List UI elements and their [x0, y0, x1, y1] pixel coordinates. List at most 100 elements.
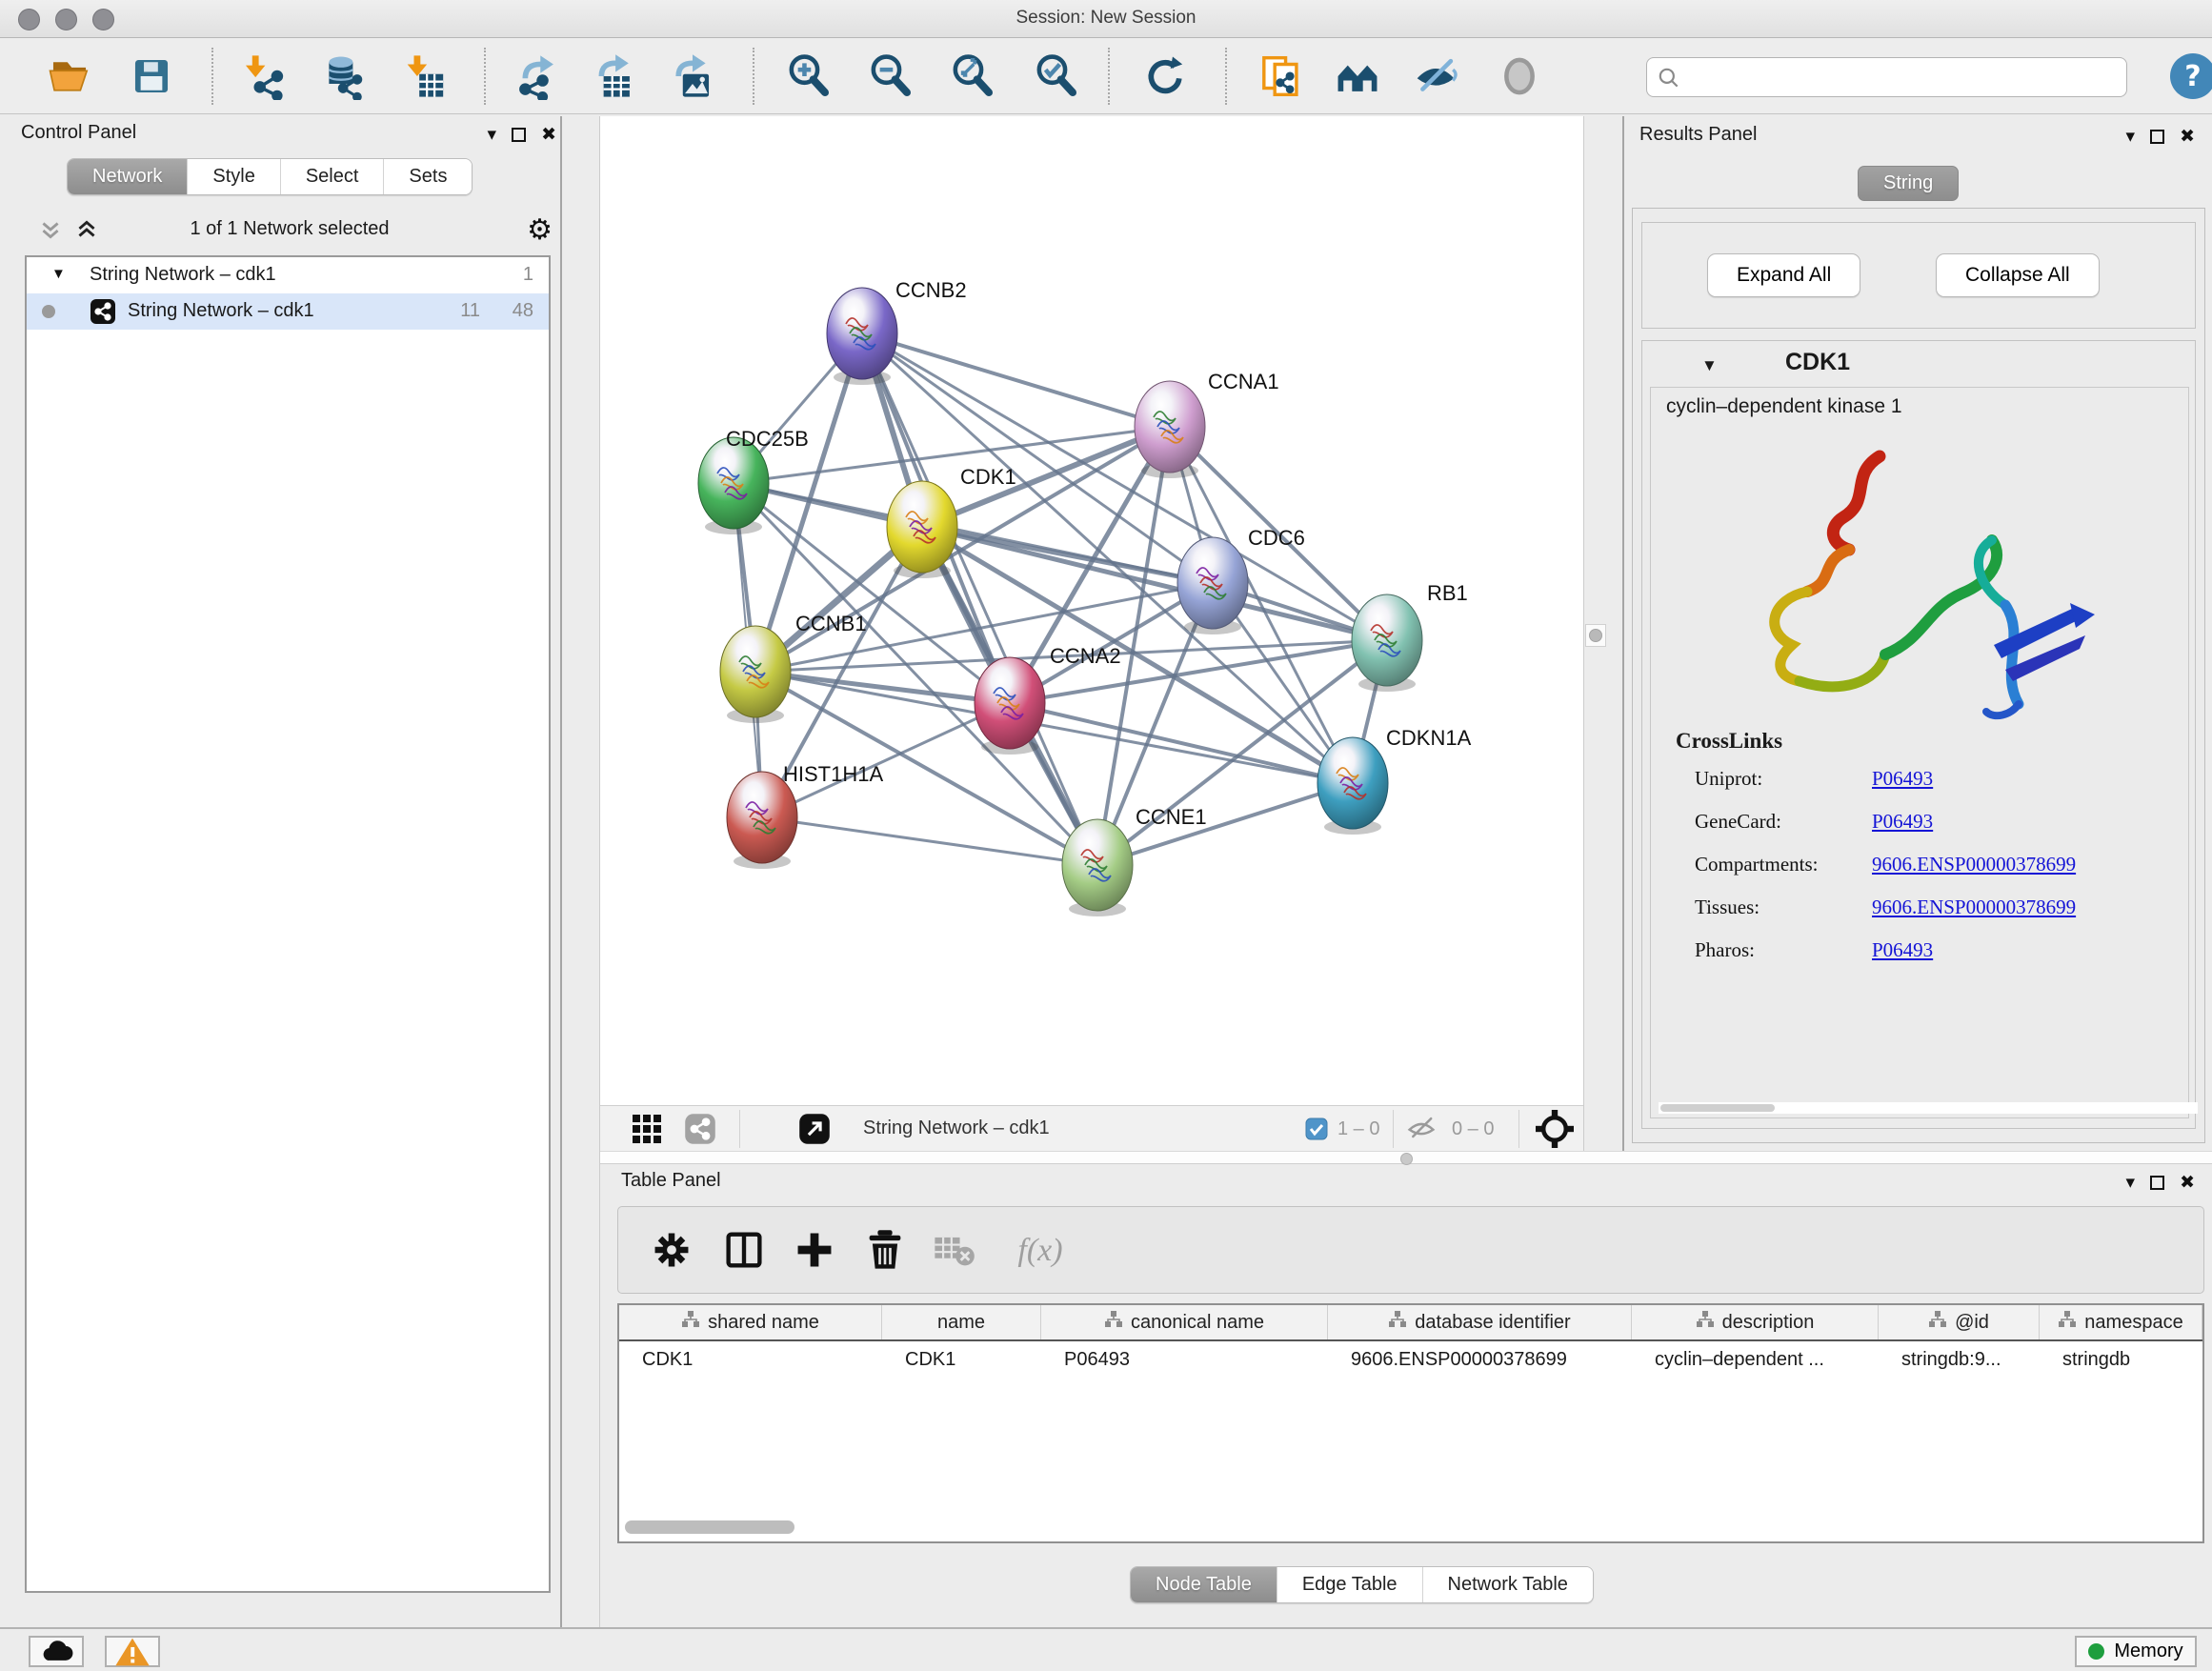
crosslink-label: Tissues:: [1695, 896, 1760, 919]
panel-collapse-icon[interactable]: ▾: [2126, 1172, 2136, 1193]
panel-close-icon[interactable]: ✖: [541, 124, 556, 145]
zoom-out-button[interactable]: [865, 51, 916, 103]
network-node[interactable]: CCNA2: [975, 644, 1121, 755]
left-splitter[interactable]: [560, 116, 600, 1627]
network-row-selected[interactable]: String Network – cdk1 11 48: [27, 293, 549, 330]
hidden-eye-icon[interactable]: [1406, 1116, 1437, 1142]
clone-network-button[interactable]: [1256, 51, 1307, 103]
results-scrollbar[interactable]: [1659, 1102, 2198, 1114]
table-cell[interactable]: 9606.ENSP00000378699: [1328, 1341, 1632, 1379]
network-collection-row[interactable]: ▼ String Network – cdk1 1: [27, 257, 549, 293]
export-image-button[interactable]: [667, 51, 718, 103]
zoom-fit-button[interactable]: [947, 51, 998, 103]
right-splitter[interactable]: [1583, 116, 1624, 1151]
column-header[interactable]: namespace: [2040, 1305, 2202, 1339]
export-network-to-file-button[interactable]: [513, 51, 564, 103]
network-edge[interactable]: [862, 333, 1387, 640]
collapse-all-button[interactable]: Collapse All: [1936, 253, 2100, 297]
crosslink-link[interactable]: P06493: [1872, 810, 1933, 834]
tab-edge-table[interactable]: Edge Table: [1277, 1567, 1422, 1602]
table-cell[interactable]: CDK1: [619, 1341, 882, 1379]
export-table-to-file-button[interactable]: [589, 51, 640, 103]
crosslink-link[interactable]: 9606.ENSP00000378699: [1872, 896, 2076, 919]
zoom-selected-button[interactable]: [1031, 51, 1082, 103]
network-canvas[interactable]: CCNB2CCNA1CDC25BCDK1CDC6RB1CCNB1CCNA2CDK…: [600, 116, 1583, 1105]
panel-close-icon[interactable]: ✖: [2180, 1172, 2195, 1193]
save-session-button[interactable]: [126, 51, 177, 103]
tab-sets[interactable]: Sets: [383, 159, 472, 194]
network-share-icon[interactable]: [684, 1113, 716, 1145]
panel-collapse-icon[interactable]: ▾: [488, 124, 497, 145]
table-cell[interactable]: cyclin–dependent ...: [1632, 1341, 1879, 1379]
entry-disclosure-icon[interactable]: ▼: [1701, 356, 1718, 375]
tab-network[interactable]: Network: [68, 159, 187, 194]
expand-all-button[interactable]: Expand All: [1707, 253, 1860, 297]
network-edge[interactable]: [762, 703, 1010, 817]
network-edge[interactable]: [755, 672, 1010, 703]
show-columns-icon[interactable]: [717, 1224, 771, 1278]
splitter-handle[interactable]: [1585, 624, 1606, 647]
network-node[interactable]: CDKN1A: [1317, 726, 1472, 835]
network-node[interactable]: RB1: [1352, 581, 1468, 692]
column-header[interactable]: canonical name: [1041, 1305, 1328, 1339]
show-all-button[interactable]: [1494, 51, 1545, 103]
delete-column-trash-icon[interactable]: [858, 1224, 912, 1278]
import-network-from-database-button[interactable]: [316, 51, 368, 103]
cloud-status-button[interactable]: [29, 1636, 84, 1667]
tab-node-table[interactable]: Node Table: [1131, 1567, 1277, 1602]
selected-checkbox-icon[interactable]: [1305, 1117, 1328, 1140]
panel-float-icon[interactable]: [2150, 130, 2164, 144]
tab-style[interactable]: Style: [187, 159, 279, 194]
network-edge[interactable]: [862, 333, 1170, 427]
column-header[interactable]: description: [1632, 1305, 1879, 1339]
birdseye-crosshair-icon[interactable]: [1536, 1110, 1574, 1148]
scrollbar-thumb[interactable]: [625, 1520, 794, 1534]
hide-selected-button[interactable]: [1410, 51, 1461, 103]
crosslink-link[interactable]: P06493: [1872, 938, 1933, 962]
import-table-from-file-button[interactable]: [400, 51, 452, 103]
open-in-new-icon[interactable]: [798, 1113, 831, 1145]
network-node[interactable]: CCNB2: [827, 278, 967, 385]
network-edge[interactable]: [862, 333, 1097, 865]
column-header[interactable]: database identifier: [1328, 1305, 1632, 1339]
warning-status-button[interactable]: [105, 1636, 160, 1667]
collection-disclosure-icon[interactable]: ▼: [51, 266, 66, 282]
tab-string[interactable]: String: [1858, 166, 1959, 201]
grid-view-icon[interactable]: [631, 1113, 663, 1145]
panel-collapse-icon[interactable]: ▾: [2126, 126, 2136, 147]
column-header[interactable]: shared name: [619, 1305, 882, 1339]
table-cell[interactable]: CDK1: [882, 1341, 1041, 1379]
first-neighbors-button[interactable]: [1332, 51, 1383, 103]
table-settings-gear-icon[interactable]: [645, 1224, 698, 1278]
network-node[interactable]: CDC25B: [698, 427, 809, 534]
table-cell[interactable]: stringdb:9...: [1879, 1341, 2040, 1379]
crosslink-link[interactable]: P06493: [1872, 767, 1933, 791]
import-network-from-file-button[interactable]: [236, 51, 288, 103]
column-header[interactable]: name: [882, 1305, 1041, 1339]
search-input[interactable]: [1687, 60, 2116, 94]
table-horizontal-scrollbar[interactable]: [619, 1517, 2202, 1538]
open-file-button[interactable]: [44, 51, 95, 103]
network-options-gear-icon[interactable]: ⚙: [527, 213, 553, 247]
network-node[interactable]: HIST1H1A: [727, 762, 883, 869]
table-cell[interactable]: P06493: [1041, 1341, 1328, 1379]
network-node[interactable]: CCNE1: [1062, 805, 1207, 916]
crosslink-link[interactable]: 9606.ENSP00000378699: [1872, 853, 2076, 876]
zoom-in-button[interactable]: [783, 51, 835, 103]
memory-button[interactable]: Memory: [2075, 1636, 2197, 1667]
table-cell[interactable]: stringdb: [2040, 1341, 2202, 1379]
add-column-icon[interactable]: [788, 1224, 841, 1278]
panel-close-icon[interactable]: ✖: [2180, 126, 2195, 147]
network-edge[interactable]: [1010, 703, 1353, 783]
horizontal-splitter[interactable]: [600, 1151, 2212, 1164]
column-header-label: shared name: [708, 1312, 819, 1334]
panel-float-icon[interactable]: [2150, 1176, 2164, 1190]
tab-select[interactable]: Select: [280, 159, 384, 194]
column-header[interactable]: @id: [1879, 1305, 2040, 1339]
table-row[interactable]: CDK1CDK1P064939606.ENSP00000378699cyclin…: [619, 1341, 2202, 1379]
tab-network-table[interactable]: Network Table: [1422, 1567, 1593, 1602]
network-edge[interactable]: [762, 817, 1097, 865]
panel-float-icon[interactable]: [512, 128, 526, 142]
help-button[interactable]: ?: [2170, 53, 2212, 99]
refresh-view-button[interactable]: [1139, 51, 1191, 103]
